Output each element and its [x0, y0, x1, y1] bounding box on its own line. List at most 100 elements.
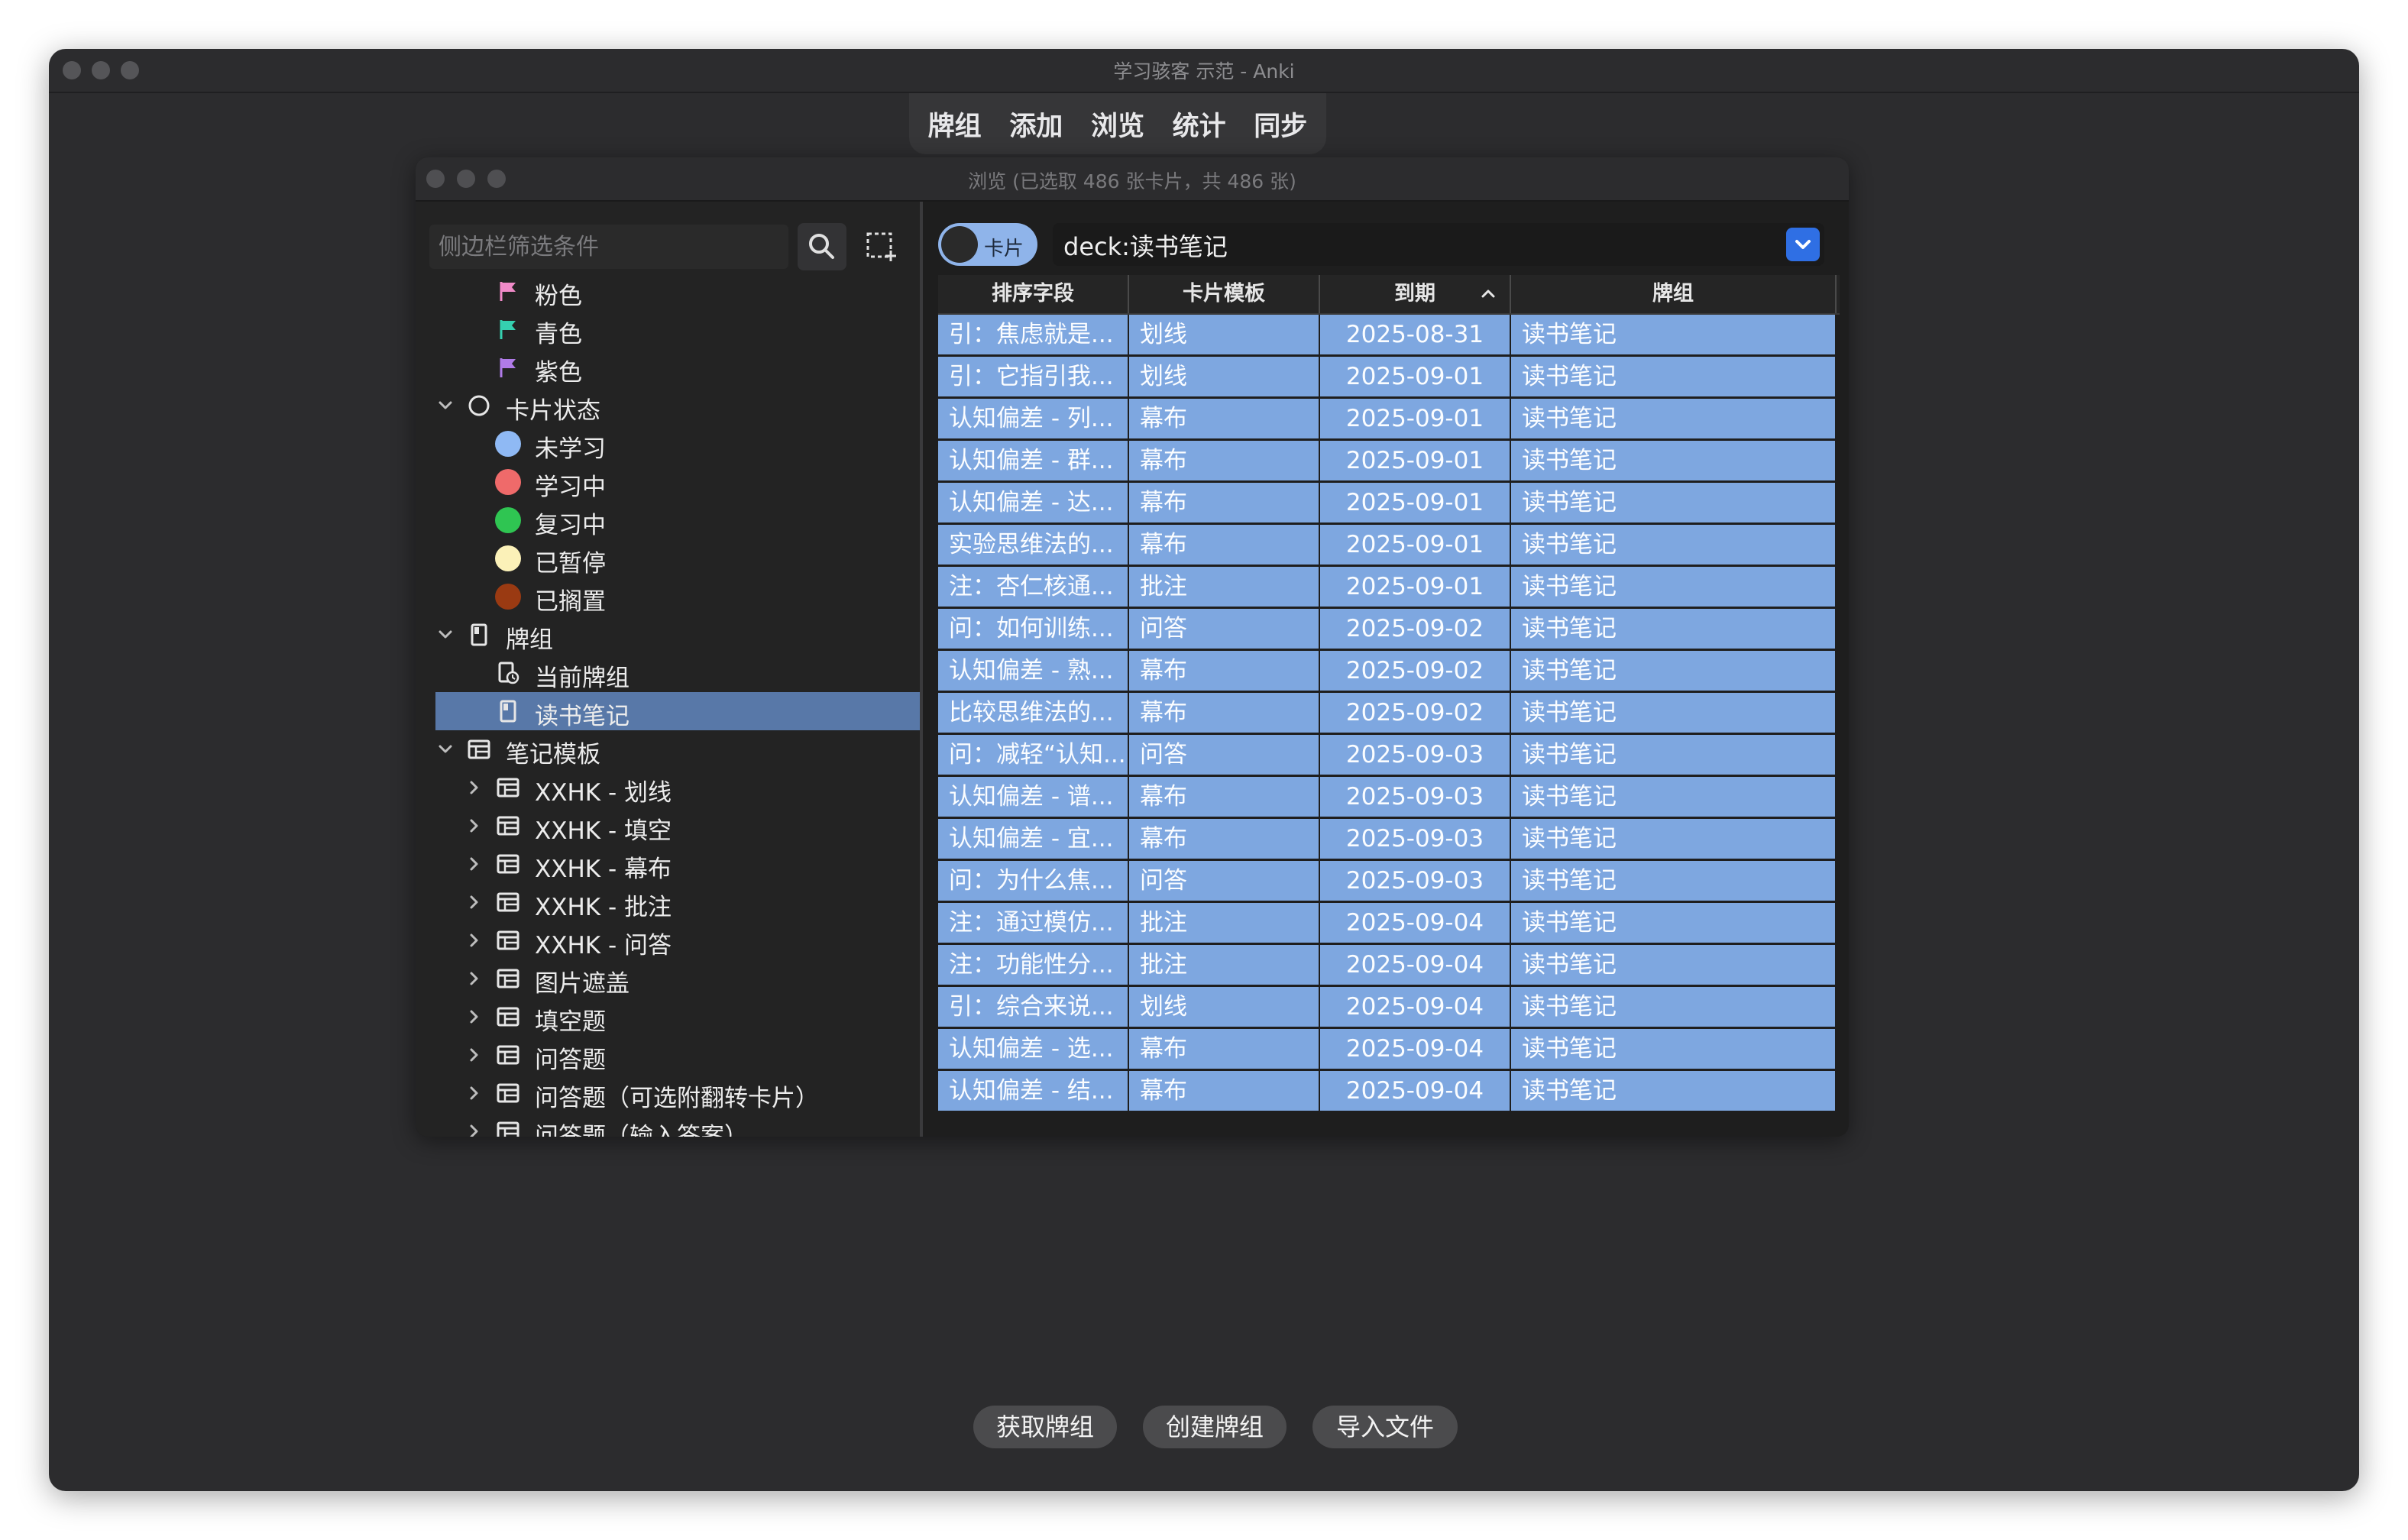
table-row[interactable]: 问：减轻“认知... 问答 2025-09-03 读书笔记	[938, 735, 1837, 777]
chevron-down-icon[interactable]	[435, 396, 455, 416]
sidebar-item[interactable]: 问答题（可选附翻转卡片）	[435, 1074, 920, 1112]
browser-content: 卡片 排序字段 卡片模板 到期 牌组 引：焦虑就是...划线202	[923, 202, 1849, 1137]
table-row[interactable]: 认知偏差 - 选... 幕布 2025-09-04 读书笔记	[938, 1029, 1837, 1071]
sidebar-search-button[interactable]	[798, 223, 846, 270]
browse-title: 浏览 (已选取 486 张卡片，共 486 张)	[968, 170, 1296, 192]
toolbar-sync[interactable]: 同步	[1244, 105, 1316, 144]
sidebar-item[interactable]: 已搁置	[435, 578, 920, 616]
chevron-right-icon[interactable]	[464, 1007, 484, 1027]
sidebar-item[interactable]: 问答题（输入答案）	[435, 1112, 920, 1137]
column-header-due[interactable]: 到期	[1320, 275, 1511, 313]
table-row[interactable]: 引：焦虑就是... 划线 2025-08-31 读书笔记	[938, 315, 1837, 357]
table-row[interactable]: 注：功能性分... 批注 2025-09-04 读书笔记	[938, 945, 1837, 987]
cell-sort-field: 注：功能性分...	[938, 945, 1129, 985]
search-query-box[interactable]	[1053, 223, 1824, 266]
search-query-input[interactable]	[1062, 230, 1753, 260]
chevron-right-icon[interactable]	[464, 778, 484, 798]
sidebar-item[interactable]: 读书笔记	[435, 692, 920, 730]
sidebar-item-label: XXHK - 填空	[535, 817, 672, 845]
chevron-right-icon[interactable]	[464, 854, 484, 874]
notetype-icon	[468, 739, 490, 759]
cell-due: 2025-09-03	[1320, 735, 1511, 775]
sidebar-item[interactable]: 学习中	[435, 463, 920, 501]
toolbar-browse[interactable]: 浏览	[1082, 105, 1154, 144]
cell-sort-field: 问：为什么焦...	[938, 861, 1129, 901]
table-row[interactable]: 认知偏差 - 结... 幕布 2025-09-04 读书笔记	[938, 1071, 1837, 1113]
chevron-right-icon[interactable]	[464, 1083, 484, 1103]
sidebar-item[interactable]: 复习中	[435, 501, 920, 539]
query-history-dropdown[interactable]	[1786, 228, 1820, 261]
column-header-sort-field[interactable]: 排序字段	[938, 275, 1129, 313]
flag-icon	[500, 282, 516, 301]
table-row[interactable]: 比较思维法的... 幕布 2025-09-02 读书笔记	[938, 693, 1837, 735]
cell-sort-field: 问：如何训练...	[938, 609, 1129, 649]
table-row[interactable]: 注：杏仁核通... 批注 2025-09-01 读书笔记	[938, 567, 1837, 609]
sidebar-item[interactable]: 卡片状态	[435, 387, 920, 425]
cell-deck: 读书笔记	[1511, 987, 1837, 1027]
toolbar-decks[interactable]: 牌组	[919, 105, 991, 144]
chevron-right-icon[interactable]	[464, 1121, 484, 1137]
cell-deck: 读书笔记	[1511, 483, 1837, 522]
chevron-right-icon[interactable]	[464, 969, 484, 988]
table-row[interactable]: 实验思维法的... 幕布 2025-09-01 读书笔记	[938, 525, 1837, 567]
toolbar-add[interactable]: 添加	[1000, 105, 1072, 144]
table-row[interactable]: 认知偏差 - 谱... 幕布 2025-09-03 读书笔记	[938, 777, 1837, 819]
cell-sort-field: 引：它指引我...	[938, 357, 1129, 396]
table-row[interactable]: 注：通过模仿... 批注 2025-09-04 读书笔记	[938, 903, 1837, 945]
sidebar-item[interactable]: XXHK - 批注	[435, 883, 920, 921]
sidebar-item-label: 牌组	[506, 626, 553, 654]
cards-notes-toggle[interactable]: 卡片	[938, 223, 1037, 266]
chevron-down-icon[interactable]	[435, 739, 455, 759]
table-row[interactable]: 问：为什么焦... 问答 2025-09-03 读书笔记	[938, 861, 1837, 903]
sidebar-item[interactable]: 紫色	[435, 348, 920, 387]
sidebar-item[interactable]: 当前牌组	[435, 654, 920, 692]
get-decks-button[interactable]: 获取牌组	[973, 1406, 1117, 1448]
cell-card-template: 幕布	[1129, 525, 1320, 565]
circle-outline-icon	[468, 395, 490, 416]
notetype-icon	[497, 1045, 519, 1065]
sidebar-item[interactable]: 笔记模板	[435, 730, 920, 768]
cell-due: 2025-09-04	[1320, 945, 1511, 985]
table-row[interactable]: 引：综合来说... 划线 2025-09-04 读书笔记	[938, 987, 1837, 1029]
notetype-icon	[497, 1121, 519, 1137]
sidebar-item[interactable]: 未学习	[435, 425, 920, 463]
toolbar-stats[interactable]: 统计	[1164, 105, 1235, 144]
sidebar-search-input[interactable]	[429, 225, 788, 269]
table-row[interactable]: 引：它指引我... 划线 2025-09-01 读书笔记	[938, 357, 1837, 399]
table-row[interactable]: 认知偏差 - 熟... 幕布 2025-09-02 读书笔记	[938, 651, 1837, 693]
sidebar-item-label: 已搁置	[535, 588, 606, 616]
chevron-down-icon[interactable]	[435, 625, 455, 645]
sidebar-item[interactable]: 图片遮盖	[435, 959, 920, 998]
sidebar-item[interactable]: 青色	[435, 310, 920, 348]
sidebar-item[interactable]: XXHK - 幕布	[435, 845, 920, 883]
column-header-deck[interactable]: 牌组	[1511, 275, 1837, 313]
chevron-right-icon[interactable]	[464, 1045, 484, 1065]
table-row[interactable]: 认知偏差 - 达... 幕布 2025-09-01 读书笔记	[938, 483, 1837, 525]
table-row[interactable]: 认知偏差 - 列... 幕布 2025-09-01 读书笔记	[938, 399, 1837, 441]
table-row[interactable]: 问：如何训练... 问答 2025-09-02 读书笔记	[938, 609, 1837, 651]
sidebar-item[interactable]: 填空题	[435, 998, 920, 1036]
cell-deck: 读书笔记	[1511, 735, 1837, 775]
browse-titlebar: 浏览 (已选取 486 张卡片，共 486 张)	[416, 157, 1849, 202]
sidebar-item[interactable]: 已暂停	[435, 539, 920, 578]
cell-card-template: 批注	[1129, 903, 1320, 943]
column-header-card-template[interactable]: 卡片模板	[1129, 275, 1320, 313]
chevron-right-icon[interactable]	[464, 816, 484, 836]
table-row[interactable]: 认知偏差 - 群... 幕布 2025-09-01 读书笔记	[938, 441, 1837, 483]
import-file-button[interactable]: 导入文件	[1312, 1406, 1458, 1448]
sidebar-item[interactable]: 牌组	[435, 616, 920, 654]
create-deck-button[interactable]: 创建牌组	[1143, 1406, 1287, 1448]
cell-deck: 读书笔记	[1511, 945, 1837, 985]
sidebar-item[interactable]: 问答题	[435, 1036, 920, 1074]
cell-deck: 读书笔记	[1511, 399, 1837, 438]
sidebar-item-label: 学习中	[535, 474, 606, 501]
sidebar-item[interactable]: 粉色	[435, 273, 920, 310]
table-row[interactable]: 认知偏差 - 宜... 幕布 2025-09-03 读书笔记	[938, 819, 1837, 861]
chevron-right-icon[interactable]	[464, 892, 484, 912]
sidebar-item[interactable]: XXHK - 问答	[435, 921, 920, 959]
sidebar-item[interactable]: XXHK - 填空	[435, 807, 920, 845]
selection-tool-button[interactable]	[863, 229, 898, 264]
sidebar-item-label: 粉色	[535, 283, 582, 310]
sidebar-item[interactable]: XXHK - 划线	[435, 768, 920, 807]
chevron-right-icon[interactable]	[464, 930, 484, 950]
